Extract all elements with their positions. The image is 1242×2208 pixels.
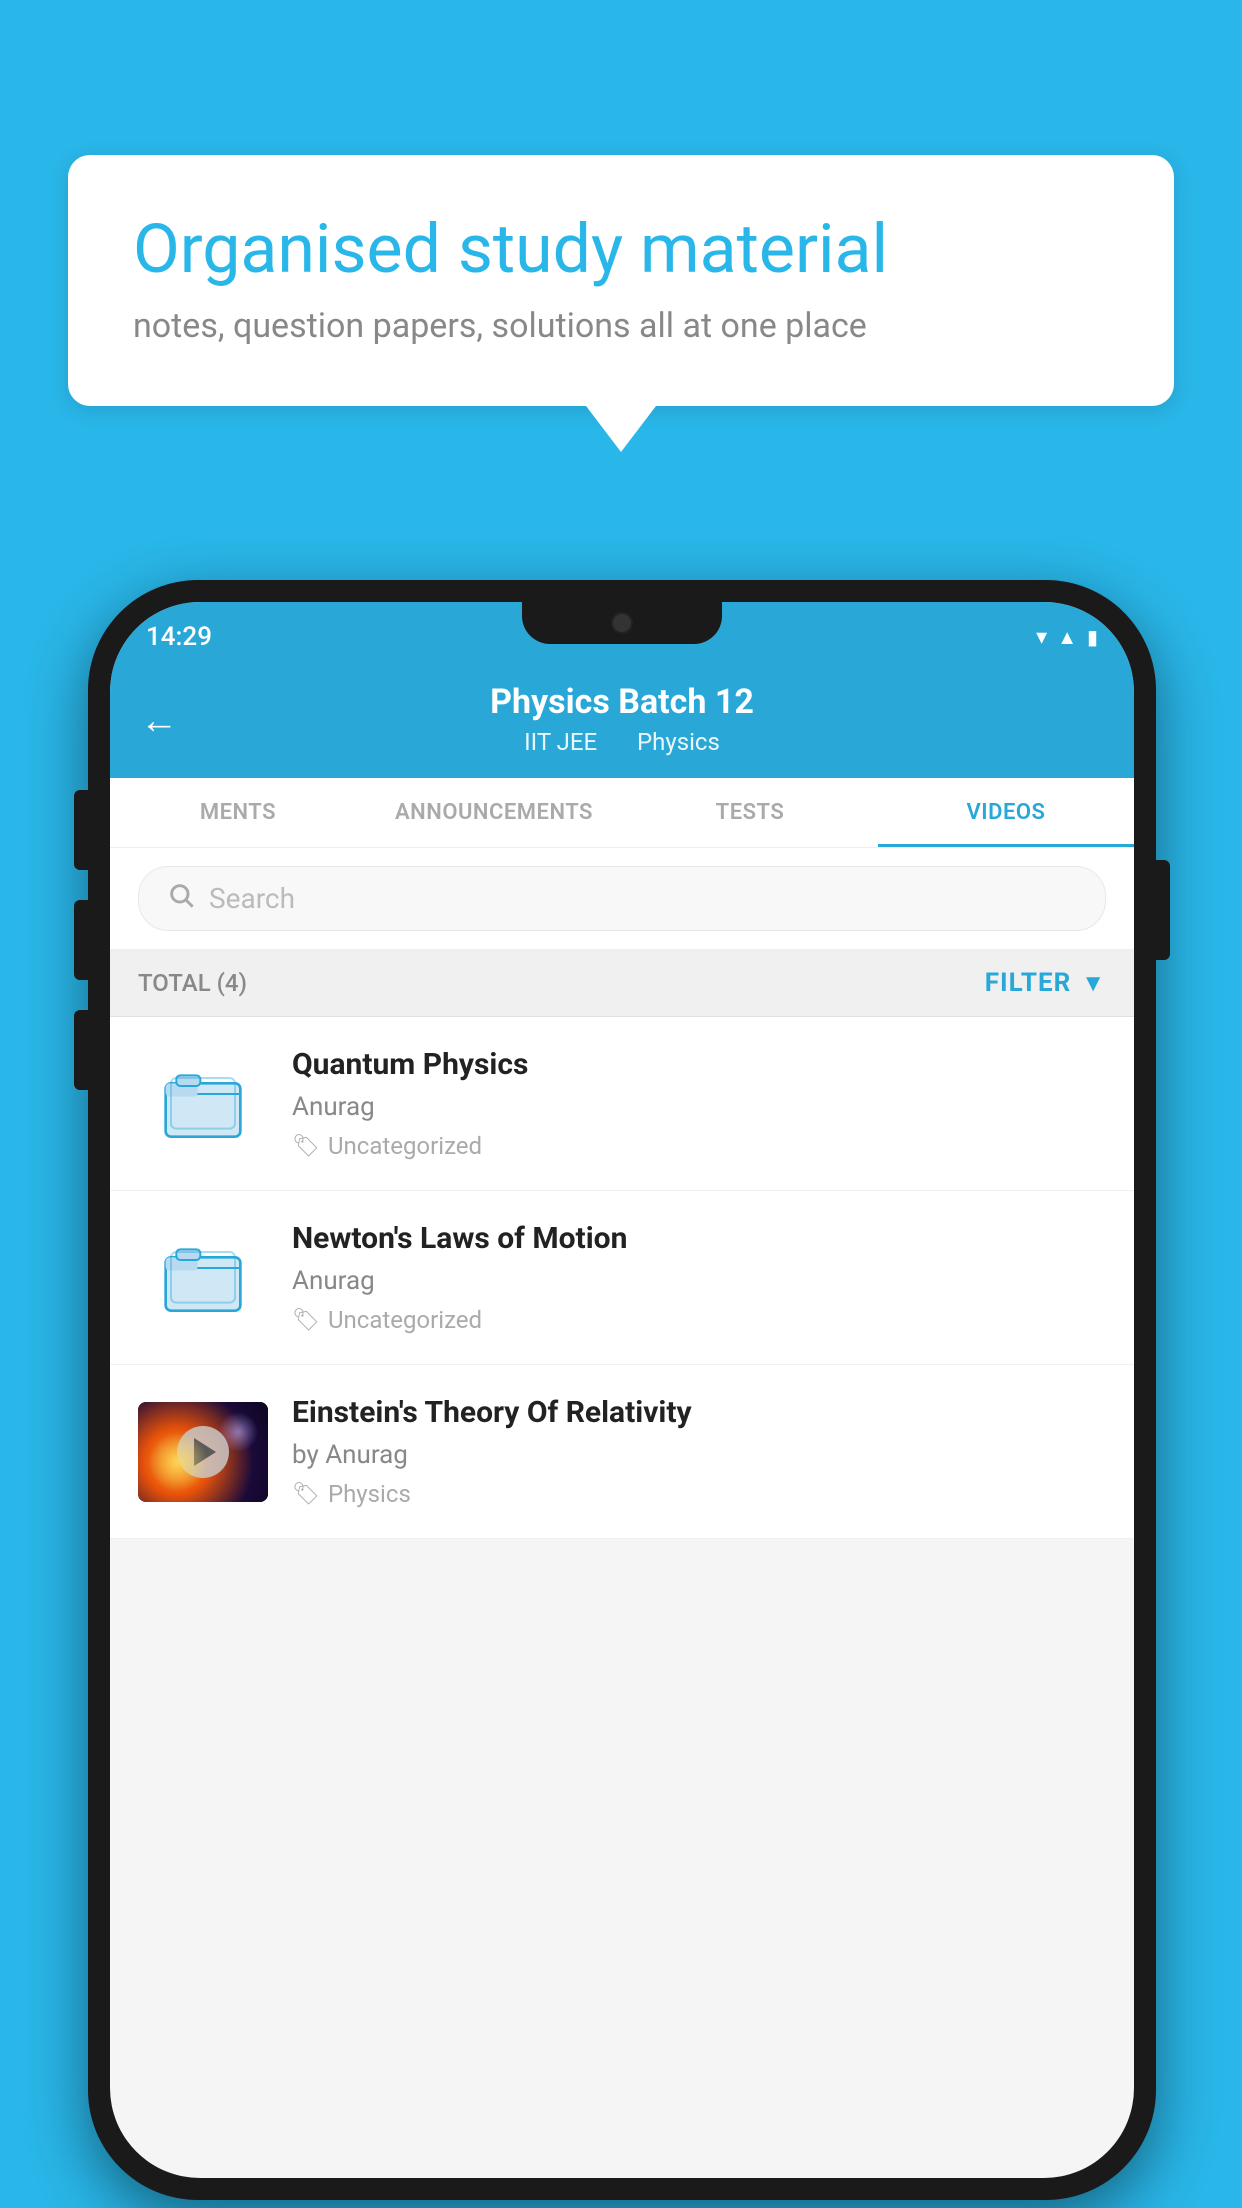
video-author-3: by Anurag [292, 1440, 1106, 1470]
tab-announcements[interactable]: ANNOUNCEMENTS [366, 778, 622, 847]
video-title-1: Quantum Physics [292, 1047, 1106, 1082]
folder-thumbnail-2 [138, 1228, 268, 1328]
thumbnail-image-3 [138, 1402, 268, 1502]
phone-notch [522, 602, 722, 644]
video-tag-3: 🏷 Physics [292, 1480, 1106, 1508]
tab-bar: MENTS ANNOUNCEMENTS TESTS VIDEOS [110, 778, 1134, 848]
video-title-3: Einstein's Theory Of Relativity [292, 1395, 1106, 1430]
tag-text-1: Uncategorized [328, 1132, 482, 1160]
video-tag-2: 🏷 Uncategorized [292, 1306, 1106, 1334]
phone-outer: 14:29 ▾ ▲ ▮ ← Physics Batch 12 IIT JEE P… [88, 580, 1156, 2200]
list-item[interactable]: Quantum Physics Anurag 🏷 Uncategorized [110, 1017, 1134, 1191]
tag-text-3: Physics [328, 1480, 411, 1508]
filter-bar: TOTAL (4) FILTER ▼ [110, 950, 1134, 1017]
category-physics: Physics [637, 728, 720, 756]
tag-text-2: Uncategorized [328, 1306, 482, 1334]
tag-icon-1: 🏷 [292, 1134, 320, 1159]
filter-funnel-icon: ▼ [1081, 969, 1106, 998]
speech-bubble: Organised study material notes, question… [68, 155, 1174, 406]
phone-screen: 14:29 ▾ ▲ ▮ ← Physics Batch 12 IIT JEE P… [110, 602, 1134, 2178]
total-count: TOTAL (4) [138, 969, 247, 997]
video-list: Quantum Physics Anurag 🏷 Uncategorized [110, 1017, 1134, 1539]
tag-icon-2: 🏷 [292, 1308, 320, 1333]
back-button[interactable]: ← [140, 699, 178, 743]
video-author-2: Anurag [292, 1266, 1106, 1296]
status-time: 14:29 [146, 622, 212, 652]
search-bar[interactable]: Search [138, 866, 1106, 931]
header-title: Physics Batch 12 [146, 682, 1098, 722]
video-tag-1: 🏷 Uncategorized [292, 1132, 1106, 1160]
battery-icon: ▮ [1087, 625, 1098, 649]
search-bar-container: Search [110, 848, 1134, 950]
tag-icon-3: 🏷 [292, 1482, 320, 1507]
bubble-subtitle: notes, question papers, solutions all at… [133, 306, 1109, 346]
video-thumbnail-3 [138, 1402, 268, 1502]
phone-container: 14:29 ▾ ▲ ▮ ← Physics Batch 12 IIT JEE P… [88, 580, 1156, 2200]
search-placeholder: Search [209, 882, 295, 915]
camera-dot [611, 612, 633, 634]
folder-thumbnail-1 [138, 1054, 268, 1154]
signal-icon: ▲ [1057, 625, 1077, 650]
list-item[interactable]: Einstein's Theory Of Relativity by Anura… [110, 1365, 1134, 1539]
bubble-title: Organised study material [133, 210, 1109, 288]
search-icon [167, 881, 195, 916]
tab-videos[interactable]: VIDEOS [878, 778, 1134, 847]
list-item[interactable]: Newton's Laws of Motion Anurag 🏷 Uncateg… [110, 1191, 1134, 1365]
video-title-2: Newton's Laws of Motion [292, 1221, 1106, 1256]
tab-tests[interactable]: TESTS [622, 778, 878, 847]
status-icons: ▾ ▲ ▮ [1036, 625, 1098, 650]
wifi-icon: ▾ [1036, 625, 1047, 650]
video-info-1: Quantum Physics Anurag 🏷 Uncategorized [292, 1047, 1106, 1160]
app-header: ← Physics Batch 12 IIT JEE Physics [110, 664, 1134, 778]
video-info-3: Einstein's Theory Of Relativity by Anura… [292, 1395, 1106, 1508]
header-subtitle: IIT JEE Physics [146, 728, 1098, 756]
filter-label: FILTER [985, 968, 1071, 998]
category-iit: IIT JEE [524, 728, 597, 756]
filter-button[interactable]: FILTER ▼ [985, 968, 1106, 998]
video-author-1: Anurag [292, 1092, 1106, 1122]
video-info-2: Newton's Laws of Motion Anurag 🏷 Uncateg… [292, 1221, 1106, 1334]
tab-ments[interactable]: MENTS [110, 778, 366, 847]
